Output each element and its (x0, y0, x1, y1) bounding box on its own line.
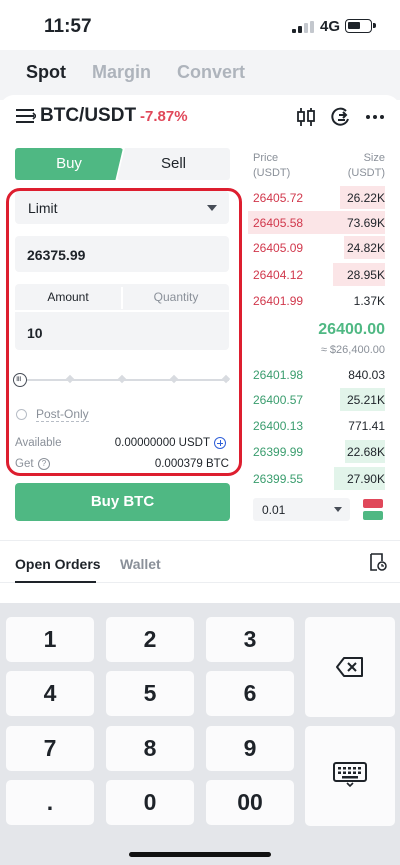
dismiss-keyboard-key[interactable] (305, 726, 395, 826)
tick-size-value: 0.01 (262, 503, 286, 517)
bid-price: 26400.13 (253, 419, 304, 433)
bid-row[interactable]: 26400.57 25.21K (248, 388, 385, 411)
home-indicator[interactable] (129, 852, 271, 857)
mode-tabs-bar: Spot Margin Convert (0, 50, 400, 100)
key-5[interactable]: 5 (106, 671, 194, 716)
bid-price: 26401.98 (253, 368, 304, 382)
order-history-icon[interactable] (369, 553, 387, 571)
ask-size: 28.95K (346, 268, 385, 282)
active-tab-underline (15, 581, 96, 583)
backspace-key[interactable] (305, 617, 395, 717)
tick-size-select[interactable]: 0.01 (253, 498, 350, 521)
tab-convert[interactable]: Convert (177, 62, 245, 83)
key-7[interactable]: 7 (6, 726, 94, 771)
ask-row[interactable]: 26404.12 28.95K (248, 263, 385, 286)
highlight-annotation (6, 188, 242, 476)
ask-size: 1.37K (353, 294, 385, 308)
size-header-unit: (USDT) (347, 167, 385, 179)
key-0[interactable]: 0 (106, 780, 194, 825)
key-8[interactable]: 8 (106, 726, 194, 771)
more-icon[interactable] (364, 106, 386, 128)
ask-size: 26.22K (346, 191, 385, 205)
key-3[interactable]: 3 (206, 617, 294, 662)
battery-icon (345, 19, 376, 33)
ask-price: 26405.72 (253, 191, 304, 205)
pair-change: -7.87% (140, 108, 188, 125)
price-header-label: Price (253, 152, 279, 164)
candlestick-chart-icon[interactable] (295, 106, 317, 128)
bid-size: 840.03 (348, 368, 385, 382)
tab-open-orders[interactable]: Open Orders (15, 556, 101, 572)
caret-down-icon (334, 507, 342, 512)
tab-spot[interactable]: Spot (26, 62, 66, 83)
key-2[interactable]: 2 (106, 617, 194, 662)
tab-margin[interactable]: Margin (92, 62, 151, 83)
key-6[interactable]: 6 (206, 671, 294, 716)
ask-price: 26405.09 (253, 241, 304, 255)
key-1[interactable]: 1 (6, 617, 94, 662)
sell-tab[interactable]: Sell (117, 148, 230, 180)
bid-size: 771.41 (348, 419, 385, 433)
buy-button[interactable]: Buy BTC (15, 483, 230, 521)
key-9[interactable]: 9 (206, 726, 294, 771)
mid-price[interactable]: 26400.00 (318, 321, 385, 339)
bid-price: 26399.55 (253, 472, 304, 486)
bid-row[interactable]: 26399.55 27.90K (248, 467, 385, 490)
bid-size: 27.90K (346, 472, 385, 486)
key-4[interactable]: 4 (6, 671, 94, 716)
numeric-keypad: 1 2 3 4 5 6 7 8 9 . 0 00 (0, 603, 400, 865)
bid-row[interactable]: 26400.13 771.41 (248, 414, 385, 437)
ask-row[interactable]: 26405.72 26.22K (248, 186, 385, 209)
network-label: 4G (320, 18, 341, 35)
orderbook-price-header: Price (USDT) (253, 151, 290, 181)
bid-price: 26399.99 (253, 445, 304, 459)
signal-icon (292, 21, 314, 33)
ask-size: 24.82K (346, 241, 385, 255)
orderbook-layout-icon[interactable] (363, 499, 383, 520)
strategy-icon[interactable] (330, 106, 352, 128)
status-time: 11:57 (44, 16, 92, 37)
menu-icon[interactable] (16, 108, 36, 124)
ask-row[interactable]: 26405.58 73.69K (248, 211, 385, 234)
price-header-unit: (USDT) (253, 167, 291, 179)
bid-price: 26400.57 (253, 393, 304, 407)
key-decimal[interactable]: . (6, 780, 94, 825)
pair-name[interactable]: BTC/USDT (40, 105, 136, 127)
buy-tab[interactable]: Buy (15, 148, 123, 180)
ask-row[interactable]: 26405.09 24.82K (248, 236, 385, 259)
section-divider (0, 540, 400, 541)
bid-size: 22.68K (346, 445, 385, 459)
orderbook-size-header: Size (USDT) (348, 151, 385, 181)
mid-price-fiat: ≈ $26,400.00 (320, 344, 385, 356)
ask-price: 26404.12 (253, 268, 304, 282)
status-bar: 11:57 4G (0, 0, 400, 50)
pair-header: BTC/USDT -7.87% (0, 95, 400, 140)
bid-row[interactable]: 26401.98 840.03 (248, 363, 385, 386)
size-header-label: Size (363, 152, 385, 164)
bid-row[interactable]: 26399.99 22.68K (248, 440, 385, 463)
tab-wallet[interactable]: Wallet (120, 556, 161, 572)
keyboard-icon (333, 762, 367, 788)
ask-price: 26401.99 (253, 294, 304, 308)
ask-price: 26405.58 (253, 216, 304, 230)
ask-size: 73.69K (346, 216, 385, 230)
backspace-icon (336, 657, 363, 677)
bid-size: 25.21K (346, 393, 385, 407)
ask-row[interactable]: 26401.99 1.37K (248, 289, 385, 312)
key-00[interactable]: 00 (206, 780, 294, 825)
